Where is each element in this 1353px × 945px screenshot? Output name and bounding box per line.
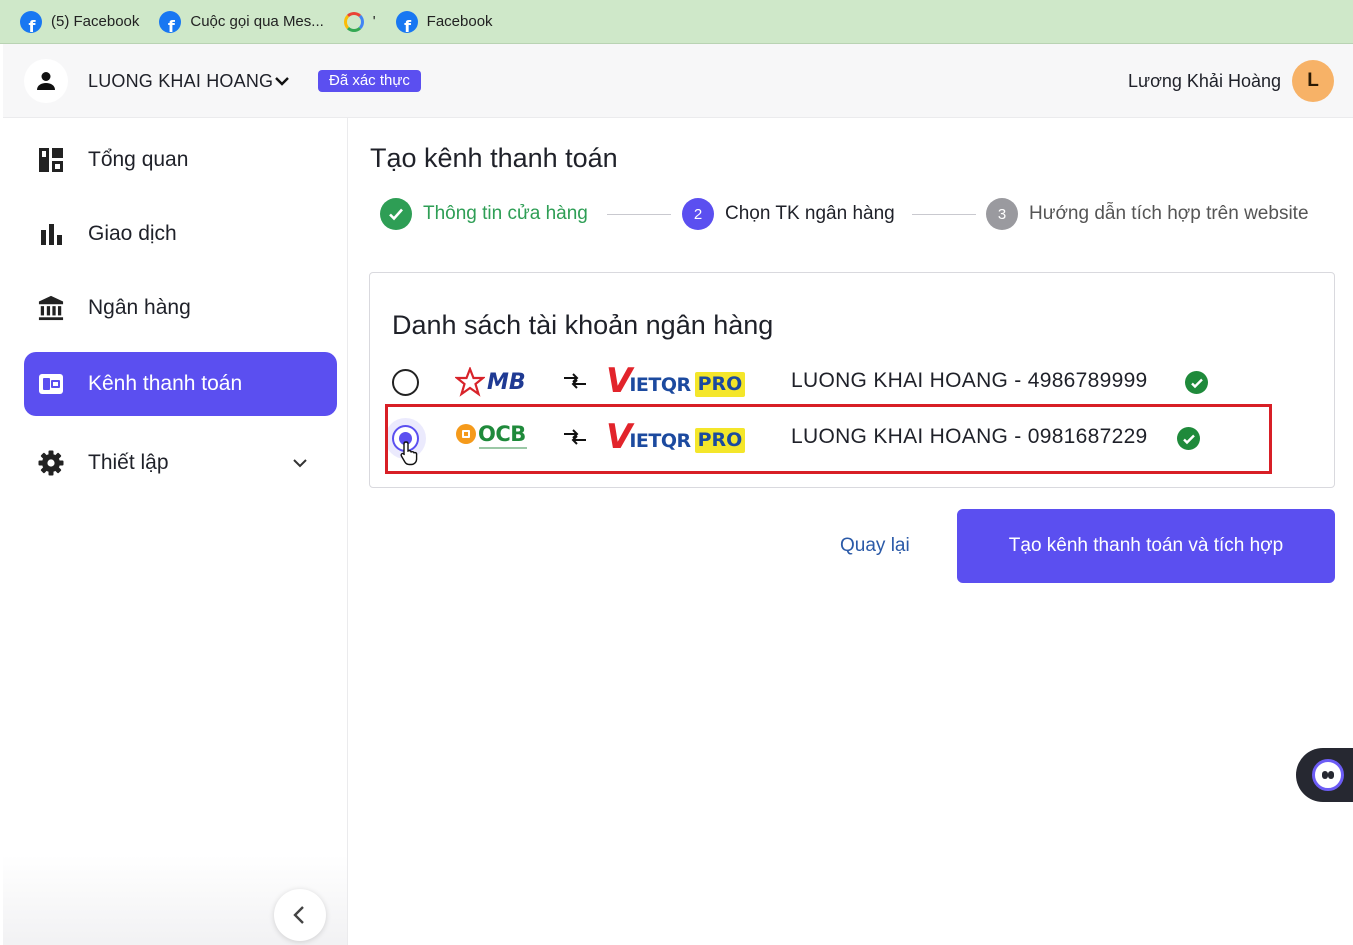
- ocb-bank-logo: OCB: [455, 422, 527, 454]
- account-label: LUONG KHAI HOANG - 4986789999: [791, 369, 1148, 392]
- account-radio[interactable]: [392, 369, 419, 396]
- chat-widget-button[interactable]: [1296, 748, 1353, 802]
- chevron-down-icon[interactable]: [291, 454, 309, 472]
- facebook-icon: f: [159, 10, 182, 33]
- step-3-circle: 3: [986, 198, 1018, 230]
- sidebar: Tổng quan Giao dịch Ngân hàng Kênh thanh…: [3, 118, 348, 945]
- account-name[interactable]: LUONG KHAI HOANG: [88, 71, 273, 92]
- bank-account-row[interactable]: MB V IETQR PRO LUONG KHAI HOANG - 498678…: [370, 357, 1336, 407]
- sidebar-item-transactions[interactable]: Giao dịch: [24, 202, 337, 266]
- collapse-sidebar-button[interactable]: [274, 889, 326, 941]
- bookmark-label: Cuộc gọi qua Mes...: [190, 13, 324, 30]
- swap-arrows-icon: [564, 429, 586, 445]
- bookmark-google[interactable]: ': [343, 11, 376, 32]
- step-connector: [607, 214, 671, 215]
- facebook-icon: f: [395, 10, 418, 33]
- swap-arrows-icon: [564, 373, 586, 389]
- vietqr-text: IETQR: [629, 374, 691, 396]
- bookmark-facebook-2[interactable]: f Facebook: [395, 10, 493, 33]
- stepper: Thông tin cửa hàng 2 Chọn TK ngân hàng 3…: [380, 198, 1330, 230]
- sidebar-item-label: Kênh thanh toán: [88, 372, 243, 395]
- bank-name: MB: [487, 369, 526, 395]
- step-3-label: Hướng dẫn tích hợp trên website: [1029, 203, 1309, 224]
- vietqr-pro: PRO: [694, 371, 746, 397]
- chevron-down-icon[interactable]: [273, 72, 291, 90]
- account-avatar[interactable]: [24, 59, 68, 103]
- bar-chart-icon: [38, 221, 64, 247]
- user-name[interactable]: Lương Khải Hoàng: [1128, 71, 1281, 92]
- app-header: LUONG KHAI HOANG Đã xác thực Lương Khải …: [3, 44, 1353, 118]
- sidebar-item-settings[interactable]: Thiết lập: [24, 431, 337, 495]
- chatbot-icon: [1312, 759, 1344, 791]
- step-1-label: Thông tin cửa hàng: [423, 203, 588, 224]
- create-channel-button[interactable]: Tạo kênh thanh toán và tích hợp: [957, 509, 1335, 583]
- check-icon: [389, 208, 403, 221]
- step-2-circle: 2: [682, 198, 714, 230]
- verified-check-icon: [1177, 427, 1200, 450]
- sidebar-item-overview[interactable]: Tổng quan: [24, 128, 337, 192]
- hand-cursor-icon: [400, 441, 418, 466]
- mb-bank-logo: MB: [455, 366, 526, 398]
- ocb-tagline-line: [479, 447, 527, 449]
- verified-check-icon: [1185, 371, 1208, 394]
- back-button[interactable]: Quay lại: [840, 535, 910, 557]
- bank-name: OCB: [478, 422, 526, 446]
- facebook-icon: f: [20, 10, 42, 33]
- sidebar-item-label: Ngân hàng: [88, 296, 191, 319]
- sidebar-item-label: Tổng quan: [88, 148, 189, 171]
- bookmark-label: (5) Facebook: [51, 13, 140, 30]
- bank-account-row[interactable]: OCB V IETQR PRO LUONG KHAI HOANG - 09816…: [370, 413, 1336, 463]
- vietqr-pro: PRO: [694, 427, 746, 453]
- vietqr-pro-logo: V IETQR PRO: [606, 419, 746, 455]
- vietqr-pro-logo: V IETQR PRO: [606, 363, 746, 399]
- vietqr-text: IETQR: [629, 430, 691, 452]
- sidebar-item-label: Thiết lập: [88, 451, 169, 474]
- account-label: LUONG KHAI HOANG - 0981687229: [791, 425, 1148, 448]
- card-title: Danh sách tài khoản ngân hàng: [392, 310, 774, 340]
- bookmark-label: ': [372, 13, 376, 30]
- bookmarks-bar: f (5) Facebook f Cuộc gọi qua Mes... ' f…: [0, 0, 1353, 44]
- bookmark-label: Facebook: [426, 13, 493, 30]
- page-title: Tạo kênh thanh toán: [370, 143, 618, 173]
- google-icon: [343, 11, 364, 32]
- person-icon: [37, 72, 55, 90]
- bookmark-facebook-1[interactable]: f (5) Facebook: [20, 10, 140, 33]
- sidebar-item-payment-channel[interactable]: Kênh thanh toán: [24, 352, 337, 416]
- step-2-label: Chọn TK ngân hàng: [725, 203, 895, 224]
- step-connector: [912, 214, 976, 215]
- bookmark-messenger-call[interactable]: f Cuộc gọi qua Mes...: [159, 10, 324, 33]
- mb-star-icon: [455, 367, 485, 397]
- sidebar-item-label: Giao dịch: [88, 222, 177, 245]
- dashboard-icon: [38, 147, 64, 173]
- wallet-icon: [38, 371, 64, 397]
- gear-icon: [38, 450, 64, 476]
- ocb-mark-icon: [456, 424, 476, 444]
- sidebar-item-bank[interactable]: Ngân hàng: [24, 276, 337, 340]
- chevron-left-icon: [293, 906, 304, 924]
- step-1-done-circle: [380, 198, 412, 230]
- bank-account-list-card: Danh sách tài khoản ngân hàng MB V IETQR…: [369, 272, 1335, 488]
- user-avatar[interactable]: L: [1292, 60, 1334, 102]
- bank-icon: [38, 295, 64, 321]
- verified-badge: Đã xác thực: [318, 70, 421, 92]
